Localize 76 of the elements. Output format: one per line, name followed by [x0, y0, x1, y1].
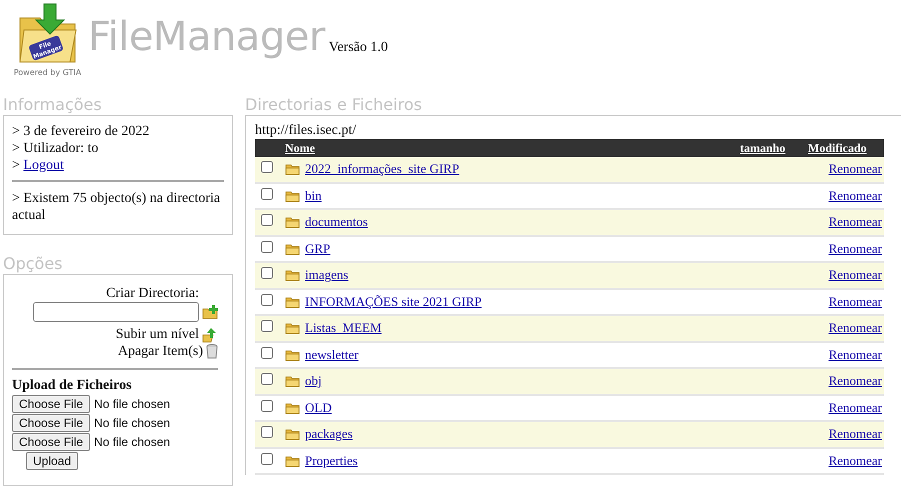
- date-text: > 3 de fevereiro de 2022: [12, 123, 150, 140]
- rename-link[interactable]: Renomear: [828, 426, 882, 442]
- rename-link[interactable]: Renomear: [828, 294, 882, 309]
- folder-icon: [285, 190, 300, 202]
- rename-link[interactable]: Renomear: [828, 240, 882, 256]
- logout-link[interactable]: Logout: [23, 158, 64, 173]
- row-checkbox[interactable]: [261, 426, 273, 438]
- folder-icon: [285, 375, 300, 388]
- section-title: Directorias e Ficheiros: [245, 95, 423, 115]
- row-checkbox[interactable]: [261, 294, 273, 306]
- rename-link[interactable]: Renomear: [828, 214, 882, 230]
- choose-file-button[interactable]: Choose File: [12, 414, 90, 432]
- folder-icon: [285, 348, 300, 361]
- file-status-text: No file chosen: [94, 434, 170, 448]
- folder-icon: [285, 242, 300, 255]
- choose-file-button[interactable]: Choose File: [12, 432, 90, 450]
- powered-by-text: Powered by GTIA: [14, 68, 82, 77]
- rename-link[interactable]: Renomear: [828, 346, 882, 362]
- folder-icon: [285, 454, 300, 467]
- up-arrow-folder-icon[interactable]: [202, 326, 218, 342]
- folder-icon: [285, 269, 300, 282]
- rename-link[interactable]: Renomear: [828, 320, 882, 336]
- folder-link[interactable]: Properties: [305, 452, 358, 469]
- new-folder-icon[interactable]: [202, 305, 218, 319]
- folder-link[interactable]: INFORMAÇÕES site 2021 GIRP: [305, 294, 482, 310]
- trash-icon[interactable]: [206, 344, 218, 359]
- folder-icon: [285, 296, 300, 308]
- row-checkbox[interactable]: [261, 320, 273, 332]
- row-checkbox[interactable]: [261, 400, 273, 412]
- folder-link[interactable]: Listas_MEEM: [305, 320, 382, 336]
- folder-icon: [285, 163, 300, 176]
- row-checkbox[interactable]: [261, 267, 273, 280]
- row-checkbox[interactable]: [261, 214, 273, 226]
- rename-link[interactable]: Renomear: [828, 452, 882, 468]
- file-status-text: No file chosen: [94, 396, 170, 410]
- folder-link[interactable]: bin: [305, 188, 322, 204]
- rename-link[interactable]: Renomear: [828, 267, 882, 282]
- folder-link[interactable]: OLD: [305, 400, 332, 416]
- folder-link[interactable]: packages: [305, 426, 353, 442]
- rename-link[interactable]: Renomear: [828, 161, 882, 176]
- folder-link[interactable]: 2022_informações_site GIRP: [305, 161, 460, 178]
- path-text: http://files.isec.pt/: [255, 122, 358, 139]
- object-count-text: > Existem 75 objecto(s) na directoria actual: [12, 190, 222, 224]
- folder-link[interactable]: GRP: [305, 240, 330, 257]
- row-checkbox[interactable]: [261, 346, 273, 359]
- create-directory-label: Criar Directoria:: [106, 285, 199, 302]
- column-header[interactable]: Nome: [285, 140, 315, 154]
- row-checkbox[interactable]: [261, 188, 273, 200]
- folder-link[interactable]: imagens: [305, 267, 348, 284]
- rename-link[interactable]: Renomear: [828, 188, 882, 203]
- row-checkbox[interactable]: [261, 240, 273, 253]
- rename-link[interactable]: Renomear: [828, 400, 882, 415]
- section-title: Opções: [3, 254, 64, 274]
- directory-name-field[interactable]: [33, 302, 199, 322]
- folder-icon: [285, 428, 300, 440]
- row-checkbox[interactable]: [261, 452, 273, 465]
- upload-title: Upload de Ficheiros: [12, 378, 133, 394]
- row-checkbox[interactable]: [261, 373, 273, 386]
- section-title: Informações: [3, 95, 103, 115]
- up-level-label[interactable]: Subir um nível: [116, 326, 199, 343]
- rename-link[interactable]: Renomear: [828, 373, 882, 388]
- upload-button[interactable]: Upload: [26, 452, 78, 470]
- folder-icon: [285, 216, 300, 228]
- folder-link[interactable]: newsletter: [305, 346, 358, 363]
- app-title: FileManager: [88, 14, 325, 60]
- version-text: Versão 1.0: [328, 40, 388, 56]
- delete-items-label[interactable]: Apagar Item(s): [118, 343, 203, 360]
- folder-icon: [285, 402, 300, 414]
- bullet-text: >: [12, 158, 21, 173]
- row-checkbox[interactable]: [261, 161, 273, 174]
- folder-link[interactable]: documentos: [305, 214, 368, 230]
- file-status-text: No file chosen: [94, 416, 170, 430]
- folder-icon: [285, 322, 300, 334]
- choose-file-button[interactable]: Choose File: [12, 394, 90, 412]
- user-text: > Utilizador: to: [12, 140, 100, 157]
- folder-link[interactable]: obj: [305, 373, 322, 390]
